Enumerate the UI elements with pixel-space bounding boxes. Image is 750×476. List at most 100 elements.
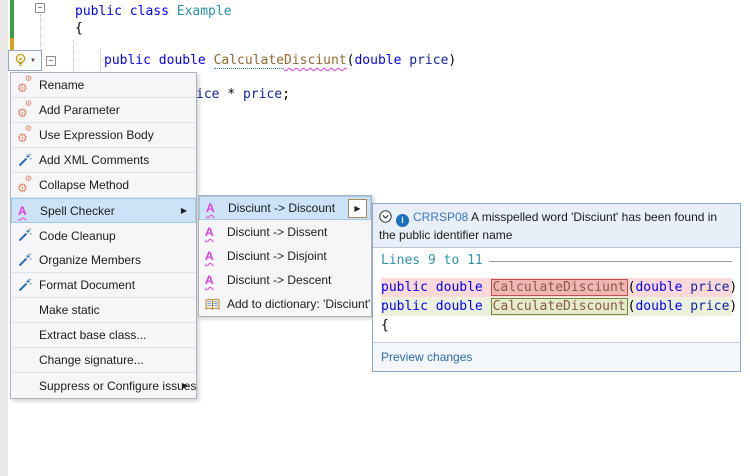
submenu-item-discount[interactable]: A Disciunt -> Discount ▶ <box>199 196 371 220</box>
diff-brace-line: { <box>381 316 732 335</box>
param-token: price <box>409 53 448 68</box>
context-menu: ⚙⚙ Rename ⚙⚙ Add Parameter ⚙⚙ Use Expres… <box>10 72 197 399</box>
identifier-token: ice <box>196 87 219 102</box>
issue-header: iCRRSP08 A misspelled word 'Disciunt' ha… <box>373 204 740 248</box>
code-line-open-brace: { <box>75 21 83 36</box>
menu-item-use-expression-body[interactable]: ⚙⚙ Use Expression Body <box>11 123 196 148</box>
menu-item-label: Make static <box>39 303 100 317</box>
info-icon: i <box>396 214 409 227</box>
added-identifier: CalculateDiscount <box>491 298 628 315</box>
menu-item-label: Suppress or Configure issues <box>39 379 196 393</box>
menu-item-collapse-method[interactable]: ⚙⚙ Collapse Method <box>11 173 196 198</box>
menu-item-suppress-or-configure[interactable]: Suppress or Configure issues ▶ <box>11 373 196 398</box>
outline-guide <box>40 14 41 50</box>
submenu-item-add-to-dictionary[interactable]: Add to dictionary: 'Disciunt' <box>199 292 371 316</box>
semicolon-token: ; <box>282 87 290 102</box>
spell-check-icon: A <box>205 249 214 263</box>
menu-item-label: Spell Checker <box>40 204 115 218</box>
fold-box-class[interactable]: − <box>35 3 45 13</box>
menu-item-label: Extract base class... <box>39 328 146 342</box>
submenu-item-label: Disciunt -> Discount <box>228 201 335 215</box>
menu-item-label: Code Cleanup <box>39 229 116 243</box>
issue-preview-panel: iCRRSP08 A misspelled word 'Disciunt' ha… <box>372 203 741 372</box>
submenu-item-dissent[interactable]: A Disciunt -> Dissent <box>199 220 371 244</box>
menu-item-label: Rename <box>39 78 84 92</box>
lightbulb-button[interactable]: ▼ <box>8 50 42 71</box>
param-token: price <box>690 280 729 295</box>
param-token: price <box>690 299 729 314</box>
expander-button[interactable]: ▶ <box>348 199 367 218</box>
submenu-item-descent[interactable]: A Disciunt -> Descent <box>199 268 371 292</box>
wand-icon <box>17 153 32 168</box>
preview-footer: Preview changes <box>373 342 740 371</box>
menu-item-label: Add Parameter <box>39 103 120 117</box>
menu-item-make-static[interactable]: Make static <box>11 298 196 323</box>
menu-item-organize-members[interactable]: Organize Members <box>11 248 196 273</box>
menu-item-spell-checker[interactable]: A Spell Checker ▶ <box>11 198 196 223</box>
menu-item-code-cleanup[interactable]: Code Cleanup <box>11 223 196 248</box>
diff-added-line: public double CalculateDiscount(double p… <box>381 297 732 316</box>
preview-changes-link[interactable]: Preview changes <box>381 350 472 364</box>
class-name-token: Example <box>177 4 232 19</box>
gear-icon: ⚙⚙ <box>17 177 33 193</box>
fold-box-method[interactable]: − <box>46 56 56 66</box>
editor-margin <box>0 0 8 476</box>
keyword-tokens: double <box>635 280 690 295</box>
change-bar-saved <box>10 0 14 38</box>
menu-item-label: Collapse Method <box>39 178 129 192</box>
identifier-token: price <box>243 87 282 102</box>
keyword-tokens: public double <box>381 299 491 314</box>
submenu-item-disjoint[interactable]: A Disciunt -> Disjoint <box>199 244 371 268</box>
gear-icon: ⚙⚙ <box>17 102 33 118</box>
keyword-tokens: public double <box>104 53 214 68</box>
diff-removed-line: public double CalculateDisciunt(double p… <box>381 278 732 297</box>
wand-icon <box>17 228 32 243</box>
code-line-method-decl: public double CalculateDisciunt(double p… <box>104 53 456 68</box>
menu-item-add-parameter[interactable]: ⚙⚙ Add Parameter <box>11 98 196 123</box>
submenu-item-label: Disciunt -> Descent <box>227 273 331 287</box>
menu-item-label: Change signature... <box>39 353 144 367</box>
submenu-arrow-icon: ▶ <box>182 381 188 390</box>
gear-icon: ⚙⚙ <box>17 127 33 143</box>
menu-item-label: Format Document <box>39 278 135 292</box>
spell-check-icon: A <box>205 225 214 239</box>
submenu-item-label: Add to dictionary: 'Disciunt' <box>227 297 370 311</box>
spell-checker-submenu: A Disciunt -> Discount ▶ A Disciunt -> D… <box>198 195 372 317</box>
operator-token: * <box>219 87 242 102</box>
keyword-tokens: double <box>635 299 690 314</box>
keyword-tokens: double <box>354 53 409 68</box>
collapse-chevron-icon[interactable] <box>379 210 392 223</box>
dropdown-caret-icon: ▼ <box>30 58 36 64</box>
dictionary-book-icon <box>205 298 220 311</box>
vs-editor-screenshot: − − public class Example { public double… <box>0 0 750 476</box>
lightbulb-icon <box>14 53 27 68</box>
indent-guide <box>100 48 101 72</box>
submenu-item-label: Disciunt -> Dissent <box>227 225 327 239</box>
misspelled-token: Disciunt <box>284 53 347 68</box>
wand-icon <box>17 278 32 293</box>
code-line-class-decl: public class Example <box>75 4 232 19</box>
preview-body: Lines 9 to 11 public double CalculateDis… <box>373 248 740 342</box>
spell-check-icon: A <box>206 201 215 215</box>
indent-guide <box>73 40 74 72</box>
method-name-token: Calculate <box>214 53 284 69</box>
divider-rule <box>489 261 732 262</box>
rule-code-link[interactable]: CRRSP08 <box>413 210 468 224</box>
removed-identifier: CalculateDisciunt <box>491 279 628 296</box>
menu-item-add-xml-comments[interactable]: Add XML Comments <box>11 148 196 173</box>
spell-check-icon: A <box>18 204 27 218</box>
wand-icon <box>17 253 32 268</box>
lines-range-label: Lines 9 to 11 <box>381 253 483 268</box>
menu-item-change-signature[interactable]: Change signature... <box>11 348 196 373</box>
gear-icon: ⚙⚙ <box>17 77 33 93</box>
paren-token: ) <box>729 280 737 295</box>
code-line-return-fragment: ice * price; <box>196 87 290 102</box>
menu-item-extract-base-class[interactable]: Extract base class... <box>11 323 196 348</box>
menu-item-label: Use Expression Body <box>39 128 154 142</box>
menu-item-label: Organize Members <box>39 253 141 267</box>
menu-item-rename[interactable]: ⚙⚙ Rename <box>11 73 196 98</box>
keyword-tokens: public class <box>75 4 177 19</box>
spell-check-icon: A <box>205 273 214 287</box>
menu-item-format-document[interactable]: Format Document <box>11 273 196 298</box>
paren-token: ) <box>729 299 737 314</box>
